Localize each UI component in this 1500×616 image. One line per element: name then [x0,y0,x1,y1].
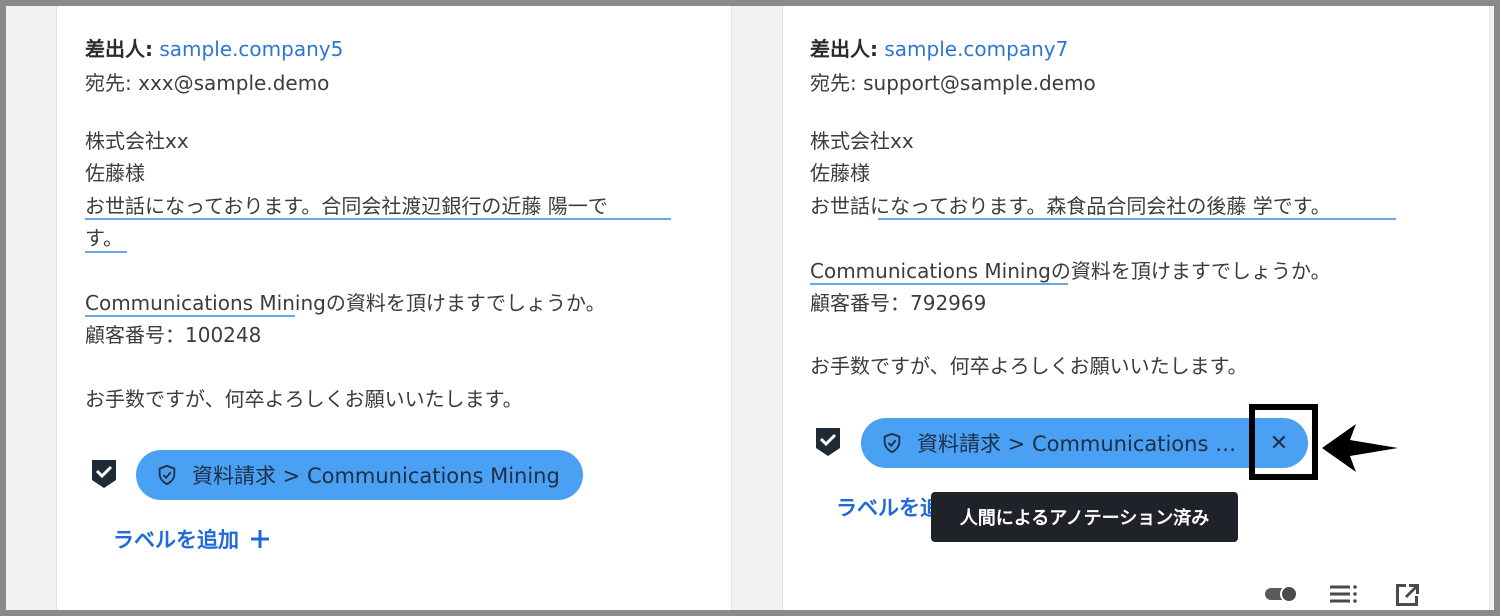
right-highlight-underline-2 [810,283,1068,285]
left-from-row: 差出人: sample.company5 [85,33,343,62]
right-body-line-3: お世話になっております。森食品合同会社の後藤 学です。 [810,194,1331,218]
left-from-link[interactable]: sample.company5 [159,37,343,61]
toggle-icon[interactable] [1264,580,1298,608]
right-body-line-6: お手数ですが、何卒よろしくお願いいたします。 [810,354,1248,378]
annotation-tooltip: 人間によるアノテーション済み [931,492,1238,542]
right-to-label: 宛先: [810,71,857,95]
right-highlight-underline-1 [878,218,1396,220]
shield-check-icon[interactable] [90,458,118,490]
right-body-line-1: 株式会社xx [810,129,914,153]
screenshot-canvas: 差出人: sample.company5 宛先: xxx@sample.demo… [6,6,1494,610]
left-to-label: 宛先: [85,71,132,95]
shield-check-outline-icon [158,464,176,486]
label-chip-right-text: 資料請求 > Communications M... [917,432,1252,456]
right-body-line-5: 顧客番号：792969 [810,291,987,315]
right-body-line-4: Communications Miningの資料を頂けますでしょうか。 [810,259,1331,283]
highlight-box-annotation [1249,404,1318,480]
left-body-line-6: 顧客番号：100248 [85,323,262,347]
label-chip-left[interactable]: 資料請求 > Communications Mining [136,450,583,500]
right-to-value: support@sample.demo [863,71,1096,95]
right-body-line-2: 佐藤様 [810,161,870,185]
left-body-line-4: す。 [85,226,123,250]
left-to-value: xxx@sample.demo [138,71,330,95]
list-icon[interactable] [1328,580,1360,608]
left-highlight-underline-1 [85,218,671,220]
label-chip-left-text: 資料請求 > Communications Mining [192,464,560,488]
right-from-link[interactable]: sample.company7 [884,37,1068,61]
right-from-row: 差出人: sample.company7 [810,33,1068,62]
shield-check-outline-icon [883,432,901,454]
left-body-line-2: 佐藤様 [85,161,145,185]
left-body-line-1: 株式会社xx [85,129,189,153]
left-from-label: 差出人: [85,37,153,61]
left-to-row: 宛先: xxx@sample.demo [85,67,329,96]
add-label-button-left[interactable]: ラベルを追加 [113,524,271,554]
left-highlight-underline-2 [85,251,127,253]
left-highlight-underline-3 [85,315,295,317]
arrow-pointer [1322,424,1398,472]
right-from-label: 差出人: [810,37,878,61]
label-chip-right[interactable]: 資料請求 > Communications M... ✕ [861,418,1308,468]
left-body-line-5: Communications Miningの資料を頂けますでしょうか。 [85,291,606,315]
open-external-icon[interactable] [1392,580,1424,608]
plus-icon [251,530,269,548]
add-label-text-right: ラベルを追 [836,496,941,520]
shield-check-icon[interactable] [814,426,842,458]
left-body-line-7: お手数ですが、何卒よろしくお願いいたします。 [85,387,523,411]
add-label-text: ラベルを追加 [113,528,239,552]
add-label-button-right[interactable]: ラベルを追 [836,492,941,522]
right-to-row: 宛先: support@sample.demo [810,67,1096,96]
left-body-line-3: お世話になっております。合同会社渡辺銀行の近藤 陽一で [85,194,608,218]
